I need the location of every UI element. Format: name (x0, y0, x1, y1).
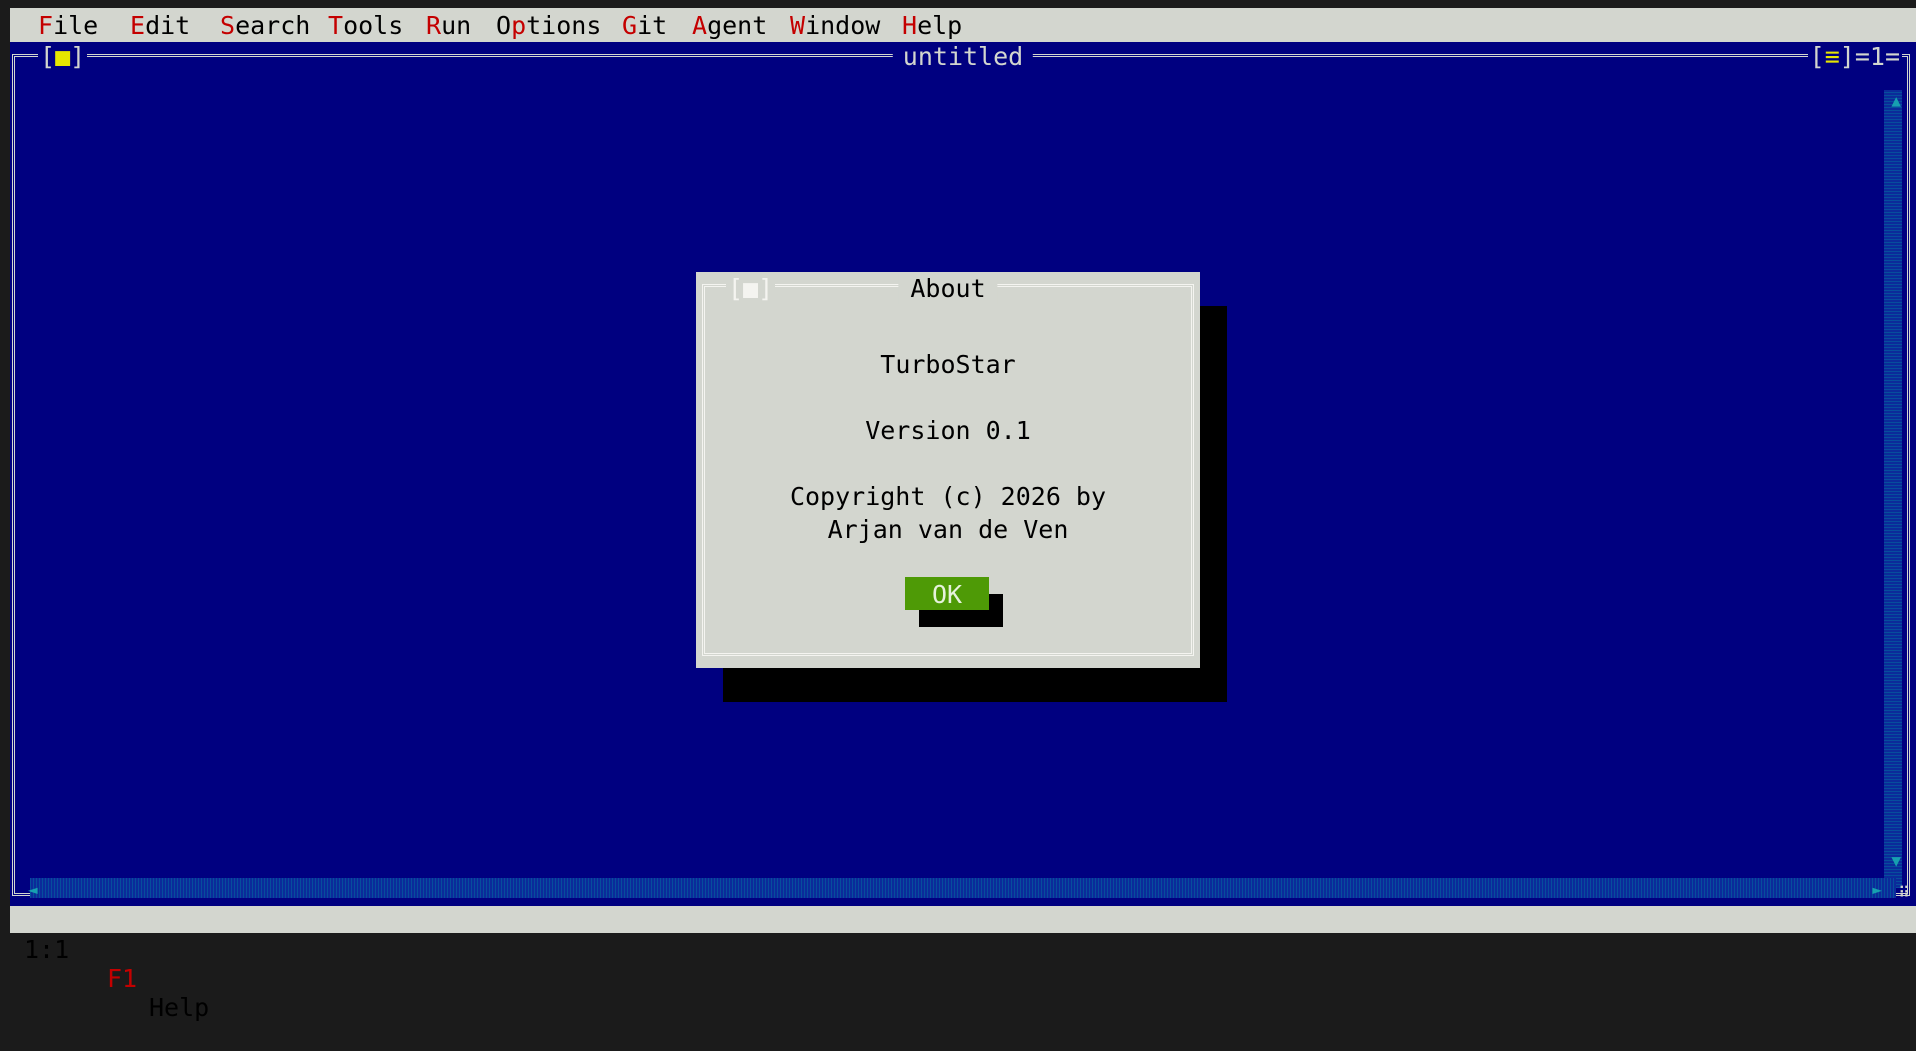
menu-options[interactable]: Options (482, 8, 615, 42)
menu-git[interactable]: Git (608, 8, 681, 42)
menu-search[interactable]: Search (206, 8, 324, 42)
bracket: ] (70, 42, 86, 71)
bracket: [ (40, 42, 56, 71)
terminal-screen: File Edit Search Tools Run Options Git A… (10, 8, 1916, 1022)
dialog-close-button[interactable]: [■] (726, 274, 776, 304)
dialog-title: About (898, 274, 998, 304)
menu-label: it (637, 11, 668, 40)
menu-hotkey: S (220, 11, 236, 40)
resize-grip-icon[interactable]: ⠿ (1898, 883, 1910, 902)
menu-label: elp (917, 11, 963, 40)
menu-hotkey: G (622, 11, 638, 40)
menu-hotkey: p (511, 11, 527, 40)
close-window-button[interactable]: [■] (38, 42, 88, 72)
scroll-left-arrow-icon[interactable]: ◄ (28, 882, 38, 898)
scroll-right-arrow-icon[interactable]: ► (1872, 882, 1882, 898)
menu-hotkey: R (426, 11, 442, 40)
author-text: Arjan van de Ven (827, 515, 1069, 544)
menu-label: indow (805, 11, 881, 40)
app-version: Version 0.1 (865, 416, 1031, 445)
about-dialog: [■] About TurboStar Version 0.1 Copyrigh… (696, 272, 1200, 668)
help-hotkey[interactable]: F1 (107, 964, 137, 993)
menu-label: ools (343, 11, 404, 40)
menu-run[interactable]: Run (412, 8, 485, 42)
menu-label: un (441, 11, 472, 40)
menu-window[interactable]: Window (776, 8, 894, 42)
menu-label: tions (526, 11, 602, 40)
ok-button[interactable]: OK (905, 577, 989, 610)
menu-label: earch (235, 11, 311, 40)
bracket: [ (1809, 42, 1825, 71)
menu-hotkey: E (130, 11, 146, 40)
menu-agent[interactable]: Agent (678, 8, 781, 42)
editor-title: untitled (892, 42, 1034, 72)
cursor-position: 1:1 (24, 935, 70, 964)
menu-tools[interactable]: Tools (314, 8, 417, 42)
menu-file[interactable]: File (24, 8, 112, 42)
menu-hotkey: F (38, 11, 54, 40)
window-number: =1= (1854, 42, 1900, 71)
menu-label: dit (145, 11, 191, 40)
menu-hotkey: T (328, 11, 344, 40)
menu-help[interactable]: Help (888, 8, 976, 42)
bracket: ] (1839, 42, 1855, 71)
menu-label: gent (707, 11, 768, 40)
menu-bar: File Edit Search Tools Run Options Git A… (10, 8, 1916, 42)
app-name: TurboStar (880, 350, 1016, 379)
scroll-down-arrow-icon[interactable]: ▼ (1891, 853, 1901, 869)
horizontal-scrollbar[interactable] (30, 878, 1896, 898)
menu-hotkey: A (692, 11, 708, 40)
vertical-scrollbar[interactable] (1884, 90, 1902, 888)
menu-edit[interactable]: Edit (116, 8, 204, 42)
menu-hotkey: H (902, 11, 918, 40)
scroll-up-arrow-icon[interactable]: ▲ (1891, 93, 1901, 109)
help-label[interactable]: Help (149, 993, 209, 1022)
menu-label: ile (53, 11, 99, 40)
zoom-icon[interactable]: ≡ (1825, 42, 1840, 71)
window-controls: [≡]=1= (1807, 42, 1902, 72)
menu-hotkey: W (790, 11, 806, 40)
status-bar: 1:1 F1 Help (10, 906, 1916, 1022)
menu-label: O (496, 11, 512, 40)
close-icon: ■ (55, 42, 71, 71)
copyright-text: Copyright (c) 2026 by (789, 482, 1107, 511)
